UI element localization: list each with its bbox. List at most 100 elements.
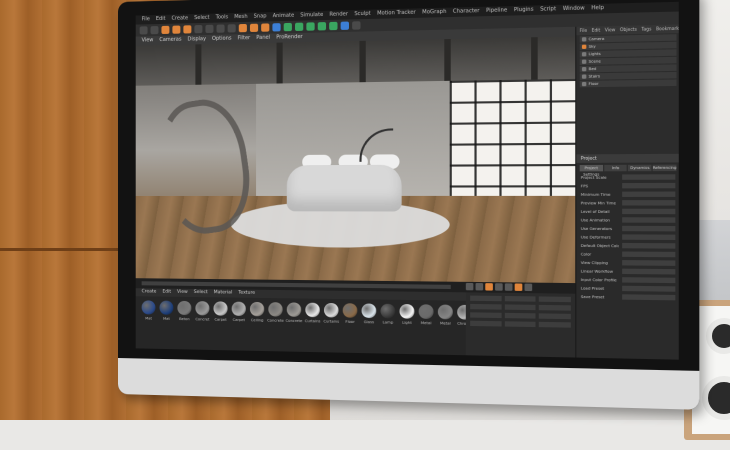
material-swatch[interactable]: Ceiling	[250, 302, 264, 351]
object-manager-tab[interactable]: Edit	[592, 26, 601, 35]
position-z-field[interactable]	[470, 312, 501, 318]
coord-system-icon[interactable]	[228, 24, 236, 32]
property-field[interactable]	[622, 269, 675, 275]
menu-item[interactable]: Animate	[273, 12, 295, 22]
scale-tool-icon[interactable]	[172, 26, 180, 34]
property-field[interactable]	[622, 251, 675, 257]
material-menu-item[interactable]: Texture	[238, 290, 255, 298]
next-frame-icon[interactable]	[495, 283, 503, 290]
rotation-p-field[interactable]	[539, 305, 571, 311]
size-x-field[interactable]	[504, 296, 535, 302]
menu-item[interactable]: Help	[591, 4, 604, 14]
material-swatch[interactable]: Curtains	[305, 303, 319, 353]
property-field[interactable]	[622, 209, 675, 214]
material-swatch[interactable]: Light	[400, 304, 415, 354]
material-swatch[interactable]: Carpet	[213, 301, 227, 350]
z-axis-icon[interactable]	[217, 24, 225, 32]
position-x-field[interactable]	[470, 296, 501, 302]
property-field[interactable]	[622, 260, 675, 266]
material-swatch[interactable]: Mat	[142, 300, 156, 348]
subdivision-icon[interactable]	[295, 23, 303, 31]
property-field[interactable]	[622, 226, 675, 232]
cube-icon[interactable]	[272, 23, 280, 31]
property-field[interactable]	[622, 234, 675, 240]
viewport-menu-item[interactable]: Options	[212, 34, 231, 44]
keyframe-icon[interactable]	[525, 284, 533, 291]
move-tool-icon[interactable]	[161, 26, 169, 34]
menu-item[interactable]: Mesh	[234, 13, 247, 22]
y-axis-icon[interactable]	[205, 25, 213, 33]
timeline-track[interactable]	[142, 281, 451, 289]
material-menu-item[interactable]: Create	[142, 288, 157, 296]
object-manager-tab[interactable]: File	[580, 27, 587, 36]
render-picture-viewer-icon[interactable]	[250, 24, 258, 32]
pen-icon[interactable]	[284, 23, 292, 31]
material-menu-item[interactable]: Select	[194, 289, 208, 297]
material-swatch[interactable]: Metal	[438, 305, 453, 355]
menu-item[interactable]: Create	[171, 14, 188, 23]
material-swatch[interactable]: Carpet	[232, 302, 246, 351]
material-swatch[interactable]: Curtains	[324, 303, 339, 353]
viewport-menu-item[interactable]: Display	[187, 35, 205, 45]
previous-frame-icon[interactable]	[476, 283, 484, 290]
property-field[interactable]	[622, 217, 675, 223]
viewport-menu-item[interactable]: Panel	[256, 34, 270, 43]
go-to-end-icon[interactable]	[505, 283, 513, 290]
object-manager-tab[interactable]: Tags	[641, 25, 651, 34]
render-view-icon[interactable]	[239, 24, 247, 32]
menu-item[interactable]: File	[142, 15, 150, 24]
material-swatch[interactable]: Mat	[159, 301, 173, 350]
render-settings-icon[interactable]	[261, 23, 269, 31]
apply-button[interactable]	[539, 322, 571, 328]
property-field[interactable]	[622, 192, 675, 197]
material-menu-item[interactable]: Material	[214, 289, 232, 297]
size-y-field[interactable]	[504, 304, 535, 310]
rotation-b-field[interactable]	[539, 313, 571, 319]
material-swatch[interactable]: Concrete	[268, 302, 282, 351]
object-list-item[interactable]: Floor	[580, 79, 677, 87]
menu-item[interactable]: Plugins	[514, 6, 534, 16]
3d-viewport[interactable]	[136, 36, 576, 283]
redo-icon[interactable]	[151, 26, 159, 34]
menu-item[interactable]: Pipeline	[486, 6, 507, 16]
material-swatch[interactable]: Lamp	[380, 304, 395, 354]
object-manager-tab[interactable]: Bookmarks	[656, 24, 679, 33]
property-field[interactable]	[622, 174, 675, 180]
light-icon[interactable]	[352, 21, 360, 29]
menu-item[interactable]: Tools	[216, 13, 228, 22]
menu-item[interactable]: Select	[194, 14, 210, 23]
property-field[interactable]	[622, 200, 675, 205]
property-field[interactable]	[622, 183, 675, 188]
play-icon[interactable]	[485, 283, 493, 290]
menu-item[interactable]: Window	[563, 4, 585, 14]
object-manager-tab[interactable]: Objects	[620, 25, 637, 34]
size-mode-select[interactable]	[504, 321, 535, 327]
camera-icon[interactable]	[341, 22, 349, 30]
property-field[interactable]	[622, 294, 675, 300]
material-swatch[interactable]: Floor	[343, 303, 358, 353]
menu-item[interactable]: Script	[540, 5, 556, 15]
menu-item[interactable]: Sculpt	[354, 10, 370, 20]
property-field[interactable]	[622, 277, 675, 283]
floor-icon[interactable]	[329, 22, 337, 30]
undo-icon[interactable]	[140, 26, 148, 34]
menu-item[interactable]: Snap	[254, 12, 267, 21]
object-mode-select[interactable]	[470, 321, 501, 327]
attribute-tab[interactable]: Project Settings	[580, 165, 603, 171]
rotate-tool-icon[interactable]	[183, 25, 191, 33]
viewport-menu-item[interactable]: Filter	[238, 34, 251, 43]
material-swatch[interactable]: Concret	[195, 301, 209, 350]
record-icon[interactable]	[515, 283, 523, 290]
x-axis-icon[interactable]	[194, 25, 202, 33]
material-swatch[interactable]: Glass	[362, 303, 377, 353]
object-manager-tab[interactable]: View	[605, 26, 616, 35]
material-menu-item[interactable]: View	[177, 289, 188, 297]
size-z-field[interactable]	[504, 313, 535, 319]
array-icon[interactable]	[306, 22, 314, 30]
material-menu-item[interactable]: Edit	[162, 289, 171, 297]
position-y-field[interactable]	[470, 304, 501, 310]
go-to-start-icon[interactable]	[466, 283, 474, 290]
material-swatch[interactable]: Beton	[177, 301, 191, 350]
viewport-menu-item[interactable]: View	[142, 36, 154, 45]
attribute-tab[interactable]: Info	[604, 165, 627, 172]
